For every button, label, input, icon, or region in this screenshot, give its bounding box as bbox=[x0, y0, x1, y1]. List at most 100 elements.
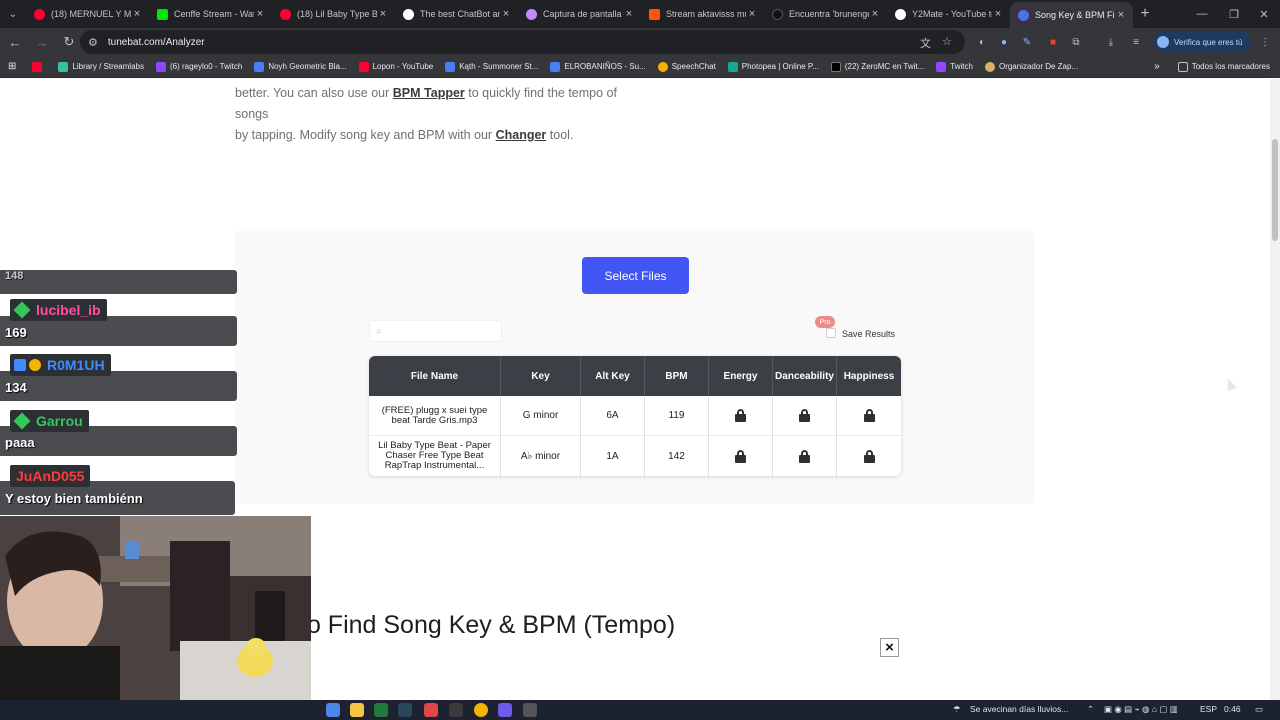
bookmark-0[interactable] bbox=[32, 61, 46, 72]
bookmark-10[interactable]: Twitch bbox=[936, 61, 973, 72]
language-indicator[interactable]: ESP bbox=[1200, 704, 1217, 714]
extension-icon-1[interactable]: ◖ bbox=[973, 34, 989, 50]
close-ad-button[interactable]: × bbox=[880, 638, 899, 657]
bookmark-star-icon[interactable]: ☆ bbox=[942, 35, 952, 48]
tab-8-active[interactable]: Song Key & BPM Fin × bbox=[1010, 2, 1133, 28]
menu-kebab-icon[interactable]: ⋮ bbox=[1257, 34, 1273, 50]
bookmark-9[interactable]: (22) ZeroMC en Twit... bbox=[830, 61, 924, 72]
bookmark-4[interactable]: Lopon - YouTube bbox=[358, 61, 433, 72]
bookmark-11[interactable]: Organizador De Zap... bbox=[984, 61, 1078, 72]
new-tab-button[interactable]: + bbox=[1133, 5, 1157, 23]
notifications-icon[interactable]: ▭ bbox=[1255, 704, 1263, 715]
close-tab-icon[interactable]: × bbox=[746, 8, 758, 20]
close-tab-icon[interactable]: × bbox=[623, 8, 635, 20]
header-key[interactable]: Key bbox=[501, 356, 581, 396]
tab-1[interactable]: Cenffe Stream - Wat × bbox=[149, 0, 272, 28]
header-danceability[interactable]: Danceability bbox=[773, 356, 837, 396]
taskbar-app-icon[interactable] bbox=[350, 703, 364, 717]
chat-username: R0M1UH bbox=[10, 354, 111, 376]
profile-button[interactable]: Verifica que eres tú bbox=[1153, 32, 1251, 52]
bookmark-3[interactable]: Noyh Geometric Bla... bbox=[254, 61, 347, 72]
bookmark-2[interactable]: (6) rageylo0 - Twitch bbox=[155, 61, 242, 72]
extension-icon-3[interactable]: ✎ bbox=[1019, 34, 1035, 50]
translate-icon[interactable]: 文 bbox=[920, 35, 931, 51]
close-tab-icon[interactable]: × bbox=[992, 8, 1004, 20]
bookmark-6[interactable]: ELROBANIÑOS - Su... bbox=[550, 61, 646, 72]
site-info-icon[interactable]: ⚙ bbox=[88, 36, 98, 49]
header-alt-key[interactable]: Alt Key bbox=[581, 356, 645, 396]
taskbar-app-icon[interactable] bbox=[374, 703, 388, 717]
weather-icon[interactable]: ☂ bbox=[953, 704, 961, 715]
extensions-puzzle-icon[interactable]: ⧉ bbox=[1068, 34, 1084, 50]
taskbar-app-icon[interactable] bbox=[498, 703, 512, 717]
select-files-button[interactable]: Select Files bbox=[582, 257, 689, 294]
minimize-icon[interactable]: — bbox=[1186, 0, 1218, 28]
close-tab-icon[interactable]: × bbox=[1115, 9, 1127, 21]
danceability-cell[interactable] bbox=[773, 436, 837, 476]
happiness-cell[interactable] bbox=[837, 436, 901, 476]
close-tab-icon[interactable]: × bbox=[254, 8, 266, 20]
taskbar-app-icon[interactable] bbox=[449, 703, 463, 717]
bpm-tapper-link[interactable]: BPM Tapper bbox=[393, 86, 465, 100]
extension-icon-4[interactable]: ■ bbox=[1045, 34, 1061, 50]
clock[interactable]: 0:46 bbox=[1224, 704, 1241, 714]
header-happiness[interactable]: Happiness bbox=[837, 356, 901, 396]
site-icon bbox=[445, 61, 456, 72]
close-window-icon[interactable]: ✕ bbox=[1248, 0, 1280, 28]
taskbar-app-icon[interactable] bbox=[424, 703, 438, 717]
search-input[interactable] bbox=[387, 325, 488, 337]
tab-0[interactable]: (18) MERNUEL Y MO × bbox=[26, 0, 149, 28]
close-tab-icon[interactable]: × bbox=[131, 8, 143, 20]
apps-grid-icon[interactable]: ⊞ bbox=[8, 61, 16, 72]
taskbar-app-icon[interactable] bbox=[326, 703, 340, 717]
weather-text[interactable]: Se avecinan días lluvios... bbox=[970, 704, 1068, 714]
tray-chevron-icon[interactable]: ⌃ bbox=[1087, 704, 1094, 715]
bookmark-5[interactable]: Kąth - Summoner St... bbox=[445, 61, 538, 72]
site-icon bbox=[550, 61, 561, 72]
tab-7[interactable]: Y2Mate - YouTube to × bbox=[887, 0, 1010, 28]
save-results-checkbox[interactable] bbox=[826, 328, 836, 338]
bookmark-1[interactable]: Library / Streamlabs bbox=[58, 61, 144, 72]
streamlabs-icon bbox=[58, 61, 69, 72]
forward-icon[interactable]: → bbox=[30, 30, 54, 54]
happiness-cell[interactable] bbox=[837, 396, 901, 435]
tab-search-icon[interactable]: ⌄ bbox=[0, 0, 26, 28]
tab-4[interactable]: Captura de pantalla × bbox=[518, 0, 641, 28]
more-bookmarks-icon[interactable]: » bbox=[1154, 61, 1160, 72]
chrome-icon[interactable] bbox=[474, 703, 488, 717]
all-bookmarks[interactable]: Todos los marcadores bbox=[1177, 61, 1270, 72]
energy-cell[interactable] bbox=[709, 396, 773, 435]
header-energy[interactable]: Energy bbox=[709, 356, 773, 396]
mouse-cursor-icon bbox=[1223, 376, 1237, 392]
media-icon[interactable]: ≡ bbox=[1128, 34, 1144, 50]
header-file-name[interactable]: File Name bbox=[369, 356, 501, 396]
gem-badge-icon bbox=[13, 301, 31, 319]
close-tab-icon[interactable]: × bbox=[869, 8, 881, 20]
steam-icon[interactable] bbox=[398, 703, 412, 717]
bookmark-7[interactable]: SpeechChat bbox=[657, 61, 716, 72]
page-scrollbar[interactable] bbox=[1270, 79, 1280, 700]
tab-5[interactable]: Stream aktavisss mu × bbox=[641, 0, 764, 28]
back-icon[interactable]: ← bbox=[3, 30, 27, 54]
tab-2[interactable]: (18) Lil Baby Type Bea× bbox=[272, 0, 395, 28]
restore-icon[interactable]: ❐ bbox=[1218, 0, 1250, 28]
danceability-cell[interactable] bbox=[773, 396, 837, 435]
close-tab-icon[interactable]: × bbox=[500, 8, 512, 20]
reload-icon[interactable]: ↻ bbox=[57, 30, 81, 54]
changer-link[interactable]: Changer bbox=[496, 128, 547, 142]
header-bpm[interactable]: BPM bbox=[645, 356, 709, 396]
tab-3[interactable]: The best ChatBot an × bbox=[395, 0, 518, 28]
tunebat-icon bbox=[1018, 9, 1029, 21]
download-icon[interactable]: ⤓ bbox=[1103, 34, 1119, 50]
taskbar-app-icon[interactable] bbox=[523, 703, 537, 717]
close-tab-icon[interactable]: × bbox=[377, 8, 389, 20]
tab-6[interactable]: Encuentra 'brunenge × bbox=[764, 0, 887, 28]
tray-icons[interactable]: ▣ ◉ ▤ ⌁ ◍ ⌂ ▢ ▥ bbox=[1104, 704, 1178, 715]
address-bar[interactable]: ⚙ tunebat.com/Analyzer 文 ☆ bbox=[80, 30, 965, 54]
bookmark-8[interactable]: Photopea | Online P... bbox=[727, 61, 819, 72]
extension-icon-2[interactable]: ● bbox=[996, 34, 1012, 50]
search-box[interactable]: ⌕ bbox=[369, 320, 502, 342]
energy-cell[interactable] bbox=[709, 436, 773, 476]
scrollbar-thumb[interactable] bbox=[1272, 139, 1278, 241]
webcam-image bbox=[0, 516, 311, 700]
